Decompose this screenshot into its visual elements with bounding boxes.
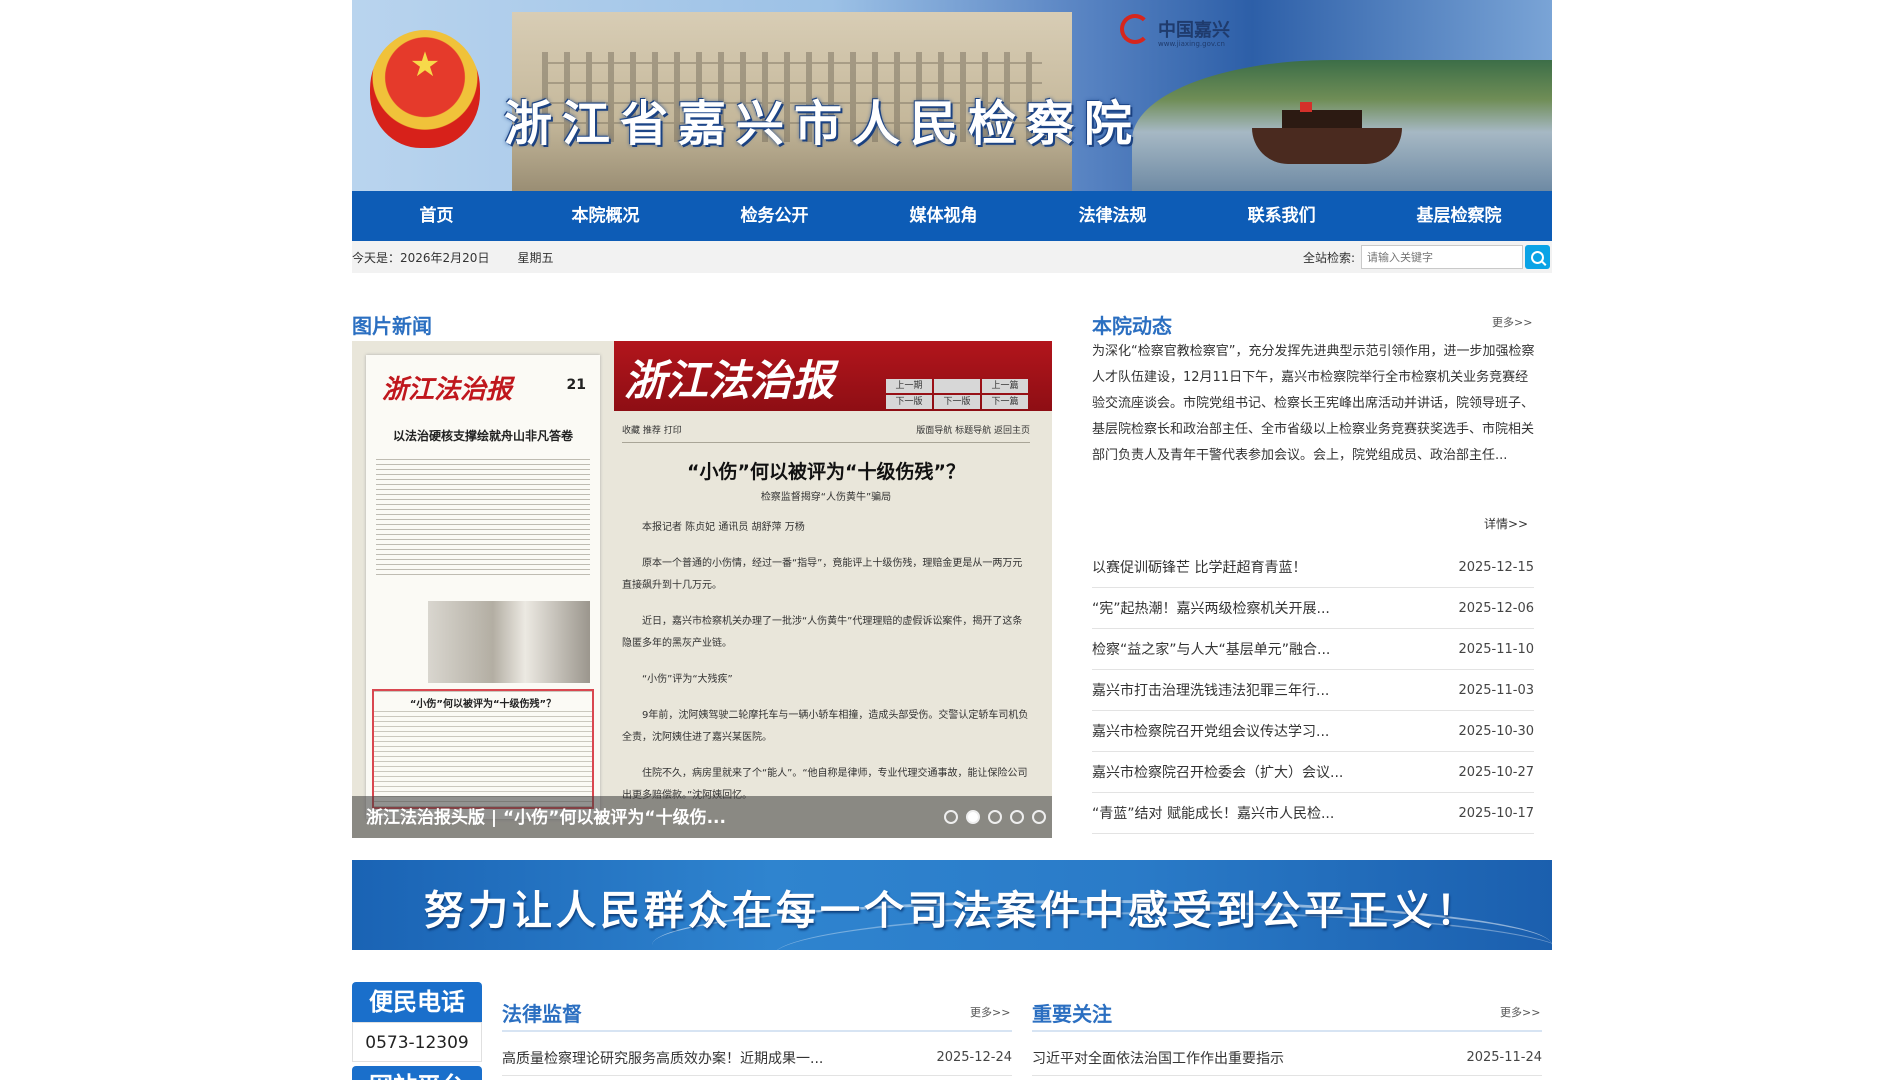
photo-news-slider[interactable]: 浙江法治报 21 以法治硬核支撑绘就舟山非凡答卷 “小伤”何以被评为“十级伤残”… [352,341,1052,838]
legal-supervision-title: 法律监督 [502,1002,582,1026]
partner-logo-url: www.jiaxing.gov.cn [1158,40,1225,48]
nav-item-contact[interactable]: 联系我们 [1197,191,1366,241]
epaper-prev-issue: 上一期 [886,379,932,393]
front-page-photo [428,601,590,683]
slider-dot-4[interactable] [1010,810,1024,824]
article-paragraph: 本报记者 陈贞妃 通讯员 胡舒萍 万杨 [642,522,805,533]
slider-dot-2[interactable] [966,810,980,824]
list-item[interactable]: “青蓝”结对 赋能成长！嘉兴市人民检... 2025-10-17 [1092,793,1534,834]
list-item[interactable]: 检察“益之家”与人大“基层单元”融合... 2025-11-10 [1092,629,1534,670]
info-bar: 今天是：2026年2月20日 星期五 全站检索: [352,241,1552,273]
hotline-panel: 便民电话 0573-12309 网站平台 [352,982,482,1080]
dongtai-more-link[interactable]: 更多>> [1492,314,1532,330]
slider-dots [944,810,1046,824]
slider-dot-1[interactable] [944,810,958,824]
list-item[interactable]: 以赛促训砺锋芒 比学赶超育青蓝！ 2025-12-15 [1092,547,1534,588]
slider-dot-3[interactable] [988,810,1002,824]
epaper-next-article: 下一篇 [982,395,1028,409]
front-page-headline: 以法治硬核支撑绘就舟山非凡答卷 [392,429,573,443]
slogan-banner: 努力让人民群众在每一个司法案件中感受到公平正义！ [352,860,1552,950]
epaper-article: 收藏 推荐 打印 版面导航 标题导航 返回主页 “小伤”何以被评为“十级伤残”？… [622,423,1030,818]
article-paragraph: 近日，嘉兴市检察机关办理了一批涉“人伤黄牛”代理理赔的虚假诉讼案件，揭开了这条隐… [622,616,1023,649]
partner-logo-icon [1120,14,1150,44]
nav-item-overview[interactable]: 本院概况 [521,191,690,241]
epaper-blank [934,379,980,393]
hotline-number: 0573-12309 [352,1022,482,1062]
slogan-text: 努力让人民群众在每一个司法案件中感受到公平正义！ [424,888,1480,934]
platform-title[interactable]: 网站平台 [352,1066,482,1080]
dongtai-detail-link[interactable]: 详情>> [1484,515,1528,532]
search-label: 全站检索: [1302,250,1355,265]
nav-item-laws[interactable]: 法律法规 [1028,191,1197,241]
list-item[interactable]: 嘉兴市检察院召开党组会议传达学习... 2025-10-30 [1092,711,1534,752]
article-subtitle: 检察监督揭穿“人伤黄牛”骗局 [760,492,892,503]
national-emblem-icon: ★ [370,30,480,148]
epaper-prev-article: 上一篇 [982,379,1028,393]
hotline-title: 便民电话 [352,982,482,1022]
epaper-tools: 收藏 推荐 打印 版面导航 标题导航 返回主页 [622,423,1030,443]
newspaper-front-page: 浙江法治报 21 以法治硬核支撑绘就舟山非凡答卷 “小伤”何以被评为“十级伤残”… [366,355,600,819]
epaper-next-page-2: 下一版 [934,395,980,409]
list-item[interactable]: “宪”起热潮！嘉兴两级检察机关开展... 2025-12-06 [1092,588,1534,629]
search-button[interactable] [1525,245,1550,269]
nav-item-grassroots[interactable]: 基层检察院 [1366,191,1552,241]
epaper-topbar: 浙江法治报 上一期 上一篇 下一版 下一版 下一篇 [614,341,1052,411]
current-weekday: 星期五 [517,250,554,265]
list-item[interactable]: 习近平对全面依法治国工作作出重要指示 2025-11-24 [1032,1040,1542,1076]
key-focus-more-link[interactable]: 更多>> [1500,1004,1540,1020]
dongtai-news-list: 以赛促训砺锋芒 比学赶超育青蓝！ 2025-12-15 “宪”起热潮！嘉兴两级检察… [1092,547,1534,834]
article-paragraph: 原本一个普通的小伤情，经过一番“指导”，竟能评上十级伤残，理赔金更是从一两万元直… [622,558,1023,591]
epaper-pager: 上一期 上一篇 下一版 下一版 下一篇 [886,379,1028,409]
search-input[interactable] [1361,245,1523,269]
current-date: 今天是：2026年2月20日 [352,250,490,265]
nav-item-media[interactable]: 媒体视角 [859,191,1028,241]
list-item[interactable]: 高质量检察理论研究服务高质效办案！近期成果一... 2025-12-24 [502,1040,1012,1076]
search-icon [1531,250,1544,264]
list-item[interactable]: 嘉兴市打击治理洗钱违法犯罪三年行... 2025-11-03 [1092,670,1534,711]
dongtai-summary[interactable]: 为深化“检察官教检察官”，充分发挥先进典型示范引领作用，进一步加强检察人才队伍建… [1092,339,1538,469]
header-banner: ★ 浙江省嘉兴市人民检察院 中国嘉兴 www.jiaxing.gov.cn [352,0,1552,191]
red-boat-image [1252,102,1402,164]
legal-supervision-more-link[interactable]: 更多>> [970,1004,1010,1020]
nav-item-home[interactable]: 首页 [352,191,521,241]
highlighted-article-box: “小伤”何以被评为“十级伤残”？ [372,689,594,809]
partner-logo-text: 中国嘉兴 [1158,20,1230,41]
slider-dot-5[interactable] [1032,810,1046,824]
newspaper-page-number: 21 [566,377,586,393]
article-headline: “小伤”何以被评为“十级伤残”？ [687,461,965,483]
list-item[interactable]: 嘉兴市检察院召开检委会（扩大）会议... 2025-10-27 [1092,752,1534,793]
main-nav: 首页 本院概况 检务公开 媒体视角 法律法规 联系我们 基层检察院 [352,191,1552,241]
nav-item-affairs[interactable]: 检务公开 [690,191,859,241]
photo-news-title: 图片新闻 [352,314,432,338]
site-title: 浙江省嘉兴市人民检察院 [504,96,1143,152]
partner-logo[interactable]: 中国嘉兴 www.jiaxing.gov.cn [1120,12,1230,48]
key-focus-title: 重要关注 [1032,1002,1112,1026]
newspaper-masthead: 浙江法治报 [382,375,513,405]
highlighted-article-title: “小伤”何以被评为“十级伤残”？ [374,695,592,710]
dongtai-title: 本院动态 [1092,314,1172,338]
epaper-masthead: 浙江法治报 [624,356,835,405]
slider-caption[interactable]: 浙江法治报头版 | “小伤”何以被评为“十级伤... [366,803,726,828]
article-paragraph: “小伤”评为“大残疾” [642,674,733,685]
article-paragraph: 9年前，沈阿姨驾驶二轮摩托车与一辆小轿车相撞，造成头部受伤。交警认定轿车司机负全… [622,710,1029,743]
epaper-next-page: 下一版 [886,395,932,409]
site-search: 全站检索: [1303,245,1552,269]
